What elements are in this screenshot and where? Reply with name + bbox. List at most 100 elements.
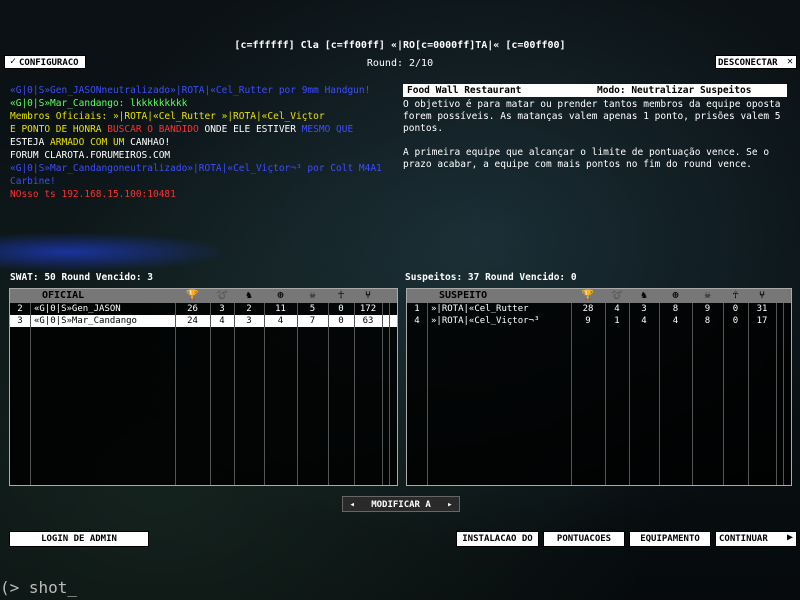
stat-cell: 11 <box>275 304 286 314</box>
mode-info-panel: Food Wall Restaurant Modo: Neutralizar S… <box>403 84 787 183</box>
column-header[interactable]: ♞ <box>629 289 659 303</box>
swat-scoreboard: OFICIAL 🏆 ➰ ♞ ⊕ ☠ ☥ ⑂ 2 «G|0|S»Gen_JASON 26 3 2 11 5 0 1… <box>9 288 398 486</box>
arrest-icon[interactable]: ♞ <box>246 289 252 303</box>
grid-line <box>571 303 572 485</box>
player-row[interactable]: 4 »|ROTA|«Cel_Viçtor¬³ 9 1 4 4 8 0 17 <box>407 315 791 327</box>
stat-cell: 9 <box>585 316 591 326</box>
player-name: «G|0|S»Mar_Candango <box>34 316 137 326</box>
left-arrow-icon[interactable]: ◂ <box>350 500 355 510</box>
stat-cell: 3 <box>219 304 225 314</box>
medal-icon[interactable]: ☥ <box>732 289 738 303</box>
disconnect-button[interactable]: DESCONECTAR ✕ <box>715 55 797 69</box>
ping-icon[interactable]: ⑂ <box>759 289 765 303</box>
column-header[interactable]: ♞ <box>234 289 264 303</box>
stat-cell: 4 <box>277 316 284 326</box>
chat-line: NOsso ts 192.168.15.100:10481 <box>10 188 395 201</box>
player-number: 3 <box>17 316 23 326</box>
chat-line: Carbine! <box>10 175 395 188</box>
skull-icon[interactable]: ☠ <box>704 289 710 303</box>
column-header[interactable]: ⊕ <box>659 289 692 303</box>
column-header[interactable]: ☠ <box>297 289 328 303</box>
continue-label: CONTINUAR <box>719 534 768 544</box>
chat-segment: FORUM CLAROTA.FORUMEIROS.COM <box>10 150 171 161</box>
equipment-tab[interactable]: EQUIPAMENTO <box>629 531 711 547</box>
column-player-header: OFICIAL <box>42 290 85 301</box>
ping-icon[interactable]: ⑂ <box>365 289 371 303</box>
grid-line <box>234 303 235 485</box>
player-row[interactable]: 1 »|ROTA|«Cel_Rutter 28 4 3 8 9 0 31 <box>407 303 791 315</box>
modify-team-button[interactable]: ◂ MODIFICAR A ▸ <box>342 496 460 512</box>
column-header[interactable]: 🏆 <box>175 289 210 303</box>
play-arrow-icon: ▶ <box>786 532 794 543</box>
mode-win-condition: A primeira equipe que alcançar o limite … <box>403 147 770 170</box>
stat-cell: 4 <box>219 316 225 326</box>
trophy-icon[interactable]: 🏆 <box>582 289 594 303</box>
blue-light <box>0 232 230 272</box>
console-input[interactable]: (> shot_ <box>0 578 77 597</box>
admin-login-button[interactable]: LOGIN DE ADMIN <box>9 531 149 547</box>
chat-line: ESTEJA ARMADO COM UM CANHAO! <box>10 136 395 149</box>
column-header[interactable]: ⑂ <box>748 289 776 303</box>
right-arrow-icon[interactable]: ▸ <box>447 500 452 510</box>
column-player-header: SUSPEITO <box>439 290 488 301</box>
column-header[interactable]: 🏆 <box>571 289 605 303</box>
player-number: 1 <box>414 304 420 314</box>
column-header[interactable]: ☥ <box>328 289 354 303</box>
stat-cell: 0 <box>732 304 739 314</box>
stat-cell: 4 <box>641 316 647 326</box>
column-header[interactable]: ⊕ <box>264 289 297 303</box>
grid-line <box>389 303 390 485</box>
close-icon: ✕ <box>786 56 794 67</box>
player-name: »|ROTA|«Cel_Rutter <box>431 304 529 314</box>
column-header[interactable]: ➰ <box>605 289 629 303</box>
column-header[interactable]: ☠ <box>692 289 723 303</box>
chat-segment: «G|0|S»Gen_JASON <box>10 85 102 96</box>
chat-line: Membros Oficiais: »|ROTA|«Cel_Rutter »|R… <box>10 110 395 123</box>
mode-name: Modo: Neutralizar Suspeitos <box>597 85 752 96</box>
stat-cell: 9 <box>704 304 711 314</box>
chat-segment: BUSCAR O BANDIDO <box>107 124 205 135</box>
grid-line <box>427 303 428 485</box>
stat-cell: 63 <box>362 316 374 326</box>
chat-segment: MESMO QUE <box>301 124 354 135</box>
chat-segment: «G|0|S»Mar_Candango <box>10 163 119 174</box>
stat-cell: 4 <box>614 304 620 314</box>
chat-segment: CANHAO! <box>130 137 171 148</box>
trophy-icon[interactable]: 🏆 <box>186 289 198 303</box>
column-header[interactable]: ⑂ <box>354 289 382 303</box>
column-header[interactable]: ➰ <box>210 289 234 303</box>
chat-line: «G|0|S»Gen_JASONneutralizado»|ROTA|«Cel_… <box>10 84 395 97</box>
chat-segment: neutralizado» <box>101 85 176 96</box>
scores-tab[interactable]: PONTUACOES <box>543 531 625 547</box>
arrest-icon[interactable]: ♞ <box>641 289 647 303</box>
stat-cell: 3 <box>246 316 252 326</box>
handcuffs-icon[interactable]: ➰ <box>216 289 228 303</box>
stat-cell: 8 <box>704 316 711 326</box>
grid-line <box>175 303 176 485</box>
chat-segment: ARMADO COM UM <box>50 137 131 148</box>
crosshair-icon[interactable]: ⊕ <box>672 289 678 303</box>
config-label: CONFIGURACO <box>19 58 79 68</box>
config-button[interactable]: ✓ CONFIGURACO <box>4 55 86 69</box>
stat-cell: 7 <box>309 316 316 326</box>
stat-cell: 0 <box>338 304 344 314</box>
stat-cell: 1 <box>614 316 620 326</box>
grid-line <box>210 303 211 485</box>
chat-segment: : lkkkkkkkkk <box>118 98 188 109</box>
scoreboard-header: SUSPEITO 🏆 ➰ ♞ ⊕ ☠ ☥ ⑂ <box>407 289 791 303</box>
skull-icon[interactable]: ☠ <box>309 289 315 303</box>
chat-segment: por Colt M4A1 <box>301 163 382 174</box>
grid-line <box>328 303 329 485</box>
grid-line <box>354 303 355 485</box>
handcuffs-icon[interactable]: ➰ <box>611 289 623 303</box>
crosshair-icon[interactable]: ⊕ <box>277 289 283 303</box>
medal-icon[interactable]: ☥ <box>338 289 344 303</box>
chat-segment: neutralizado» <box>118 163 194 174</box>
player-row[interactable]: 2 «G|0|S»Gen_JASON 26 3 2 11 5 0 172 <box>10 303 397 315</box>
player-number: 2 <box>17 304 23 314</box>
grid-line <box>723 303 724 485</box>
player-row[interactable]: 3 «G|0|S»Mar_Candango 24 4 3 4 7 0 63 <box>10 315 397 327</box>
continue-button[interactable]: CONTINUAR ▶ <box>715 531 797 547</box>
setup-tab[interactable]: INSTALACAO DO <box>456 531 539 547</box>
column-header[interactable]: ☥ <box>723 289 748 303</box>
